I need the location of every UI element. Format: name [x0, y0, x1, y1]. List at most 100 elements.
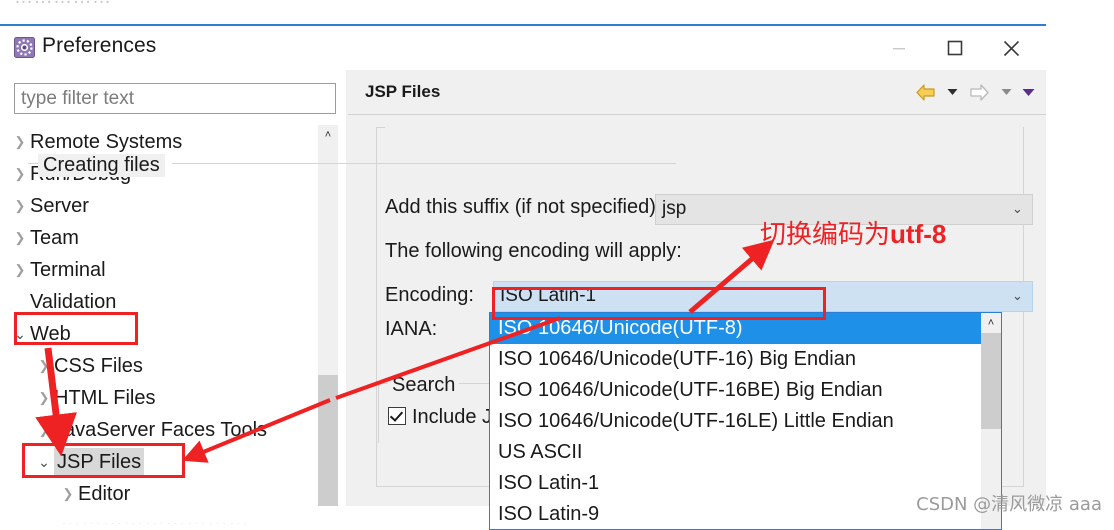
- annotation-note: 切换编码为utf-8: [760, 214, 946, 251]
- maximize-button[interactable]: [932, 26, 978, 70]
- chevron-right-icon[interactable]: ❯: [58, 478, 78, 506]
- tree-item-content: ❯ Editor: [0, 482, 131, 505]
- window-title: Preferences: [42, 34, 157, 57]
- preferences-tree[interactable]: ❯Remote Systems❯Run/Debug❯Server❯Team❯Te…: [0, 125, 318, 506]
- maximize-icon: [947, 40, 963, 56]
- bottom-ghost-text: ………………………: [60, 508, 249, 524]
- tree-item-server[interactable]: ❯ Server: [0, 189, 318, 221]
- tree-item-content: ❯ JavaServer Faces Tools: [0, 418, 268, 441]
- tree-item-label: Editor: [78, 482, 131, 505]
- tree-item-web[interactable]: ⌄ Web: [0, 317, 318, 349]
- chevron-down-icon[interactable]: ⌄: [10, 318, 30, 350]
- tree-item-html-files[interactable]: ❯ HTML Files: [0, 381, 318, 413]
- tree-item-javaserver-faces-tools[interactable]: ❯ JavaServer Faces Tools: [0, 413, 318, 445]
- encoding-option[interactable]: ISO 10646/Unicode(UTF-8): [490, 313, 1001, 344]
- back-dropdown-button[interactable]: [942, 78, 962, 106]
- preferences-window: Preferences ❯Remote Systems❯Run/Debug❯Se…: [0, 24, 1046, 530]
- chevron-right-icon[interactable]: ❯: [34, 350, 54, 382]
- caret-down-icon: [1001, 89, 1011, 95]
- include-checkbox[interactable]: [388, 407, 406, 425]
- tree-item-editor[interactable]: ❯ Editor: [0, 477, 318, 506]
- dropdown-scroll-up-icon[interactable]: ˄: [981, 313, 1001, 333]
- encoding-note: The following encoding will apply:: [385, 240, 682, 262]
- annotation-note-latin: utf-8: [890, 219, 947, 249]
- chevron-right-icon[interactable]: ❯: [10, 254, 30, 286]
- tree-item-label: Server: [30, 194, 89, 217]
- annotation-note-cn: 切换编码为: [760, 220, 891, 250]
- page-title: JSP Files: [365, 82, 441, 101]
- tree-item-content: ❯ Server: [0, 194, 89, 217]
- back-arrow-icon: [915, 83, 935, 101]
- tree-item-jsp-files[interactable]: ⌄ JSP Files: [0, 445, 318, 477]
- encoding-option[interactable]: US ASCII: [490, 437, 1001, 468]
- tree-item-content: Validation: [0, 290, 116, 313]
- chevron-down-icon: ⌄: [1012, 201, 1023, 216]
- title-bar: Preferences: [0, 26, 1046, 70]
- encoding-option[interactable]: ISO 10646/Unicode(UTF-16) Big Endian: [490, 344, 1001, 375]
- tree-scroll-thumb[interactable]: [318, 375, 338, 506]
- chevron-right-icon[interactable]: ❯: [10, 190, 30, 222]
- tree-item-label: Web: [30, 322, 71, 345]
- chevron-down-icon: ⌄: [1012, 288, 1023, 303]
- tree-item-content: ❯ Team: [0, 226, 79, 249]
- close-button[interactable]: [988, 26, 1034, 70]
- tree-item-content: ❯ CSS Files: [0, 354, 143, 377]
- tree-item-validation[interactable]: Validation: [0, 285, 318, 317]
- suffix-label: Add this suffix (if not specified):: [385, 196, 662, 218]
- encoding-option[interactable]: ISO 10646/Unicode(UTF-16LE) Little Endia…: [490, 406, 1001, 437]
- page-header: JSP Files: [348, 70, 1046, 115]
- caret-down-purple-icon: [1022, 88, 1034, 96]
- tree-item-css-files[interactable]: ❯ CSS Files: [0, 349, 318, 381]
- page-menu-button[interactable]: [1018, 78, 1038, 106]
- search-group-border-left: [378, 383, 388, 384]
- tree-item-label: HTML Files: [54, 386, 156, 409]
- encoding-combo[interactable]: ISO Latin-1 ⌄: [493, 281, 1033, 312]
- tree-item-team[interactable]: ❯ Team: [0, 221, 318, 253]
- include-label: Include J: [412, 406, 493, 428]
- dropdown-scroll-thumb[interactable]: [981, 333, 1001, 429]
- tree-item-label: Terminal: [30, 258, 106, 281]
- caret-down-icon: [947, 89, 957, 95]
- encoding-option[interactable]: ISO 10646/Unicode(UTF-16BE) Big Endian: [490, 375, 1001, 406]
- tree-item-content: ⌄ Web: [0, 322, 71, 345]
- navigation-toolbar: [910, 77, 1038, 107]
- watermark: CSDN @清风微凉 aaa: [916, 494, 1102, 515]
- search-group-legend: Search: [388, 374, 460, 397]
- tree-scroll-up-icon[interactable]: ˄: [318, 125, 338, 145]
- tree-item-terminal[interactable]: ❯ Terminal: [0, 253, 318, 285]
- forward-dropdown-button[interactable]: [996, 78, 1016, 106]
- search-group-border-vertical: [378, 383, 379, 443]
- tree-item-content: ❯ Remote Systems: [0, 130, 183, 153]
- top-ghost-text: ……………: [14, 0, 112, 9]
- iana-label: IANA:: [385, 318, 438, 340]
- tree-item-label: JSP Files: [54, 447, 145, 476]
- group-border-right-segment: [172, 163, 676, 164]
- chevron-right-icon[interactable]: ❯: [10, 126, 30, 158]
- tree-item-content: ❯ HTML Files: [0, 386, 156, 409]
- minimize-button[interactable]: [876, 26, 922, 70]
- tree-item-remote-systems[interactable]: ❯ Remote Systems: [0, 125, 318, 157]
- tree-item-content: ❯ Terminal: [0, 258, 106, 281]
- forward-button[interactable]: [964, 78, 994, 106]
- preferences-tree-panel: ❯Remote Systems❯Run/Debug❯Server❯Team❯Te…: [0, 70, 348, 506]
- back-button[interactable]: [910, 78, 940, 106]
- chevron-right-icon[interactable]: ❯: [34, 414, 54, 446]
- encoding-label: Encoding:: [385, 284, 474, 306]
- tree-item-label: Team: [30, 226, 79, 249]
- tree-item-label: Remote Systems: [30, 130, 183, 153]
- filter-input[interactable]: [14, 83, 336, 114]
- include-jsp-checkbox-row[interactable]: Include J: [388, 406, 492, 429]
- forward-arrow-icon: [969, 83, 989, 101]
- chevron-right-icon[interactable]: ❯: [10, 158, 30, 190]
- chevron-right-icon[interactable]: ❯: [34, 382, 54, 414]
- encoding-value: ISO Latin-1: [500, 285, 597, 306]
- tree-scrollbar[interactable]: ˄: [318, 125, 338, 506]
- creating-files-legend: Creating files: [38, 154, 165, 177]
- minimize-icon: [893, 48, 905, 50]
- tree-item-content: ⌄ JSP Files: [0, 447, 145, 476]
- tree-item-label: CSS Files: [54, 354, 143, 377]
- chevron-down-icon[interactable]: ⌄: [34, 446, 54, 478]
- chevron-right-icon[interactable]: ❯: [10, 222, 30, 254]
- suffix-value: jsp: [662, 198, 687, 219]
- top-cutoff-strip: ……………: [0, 0, 1114, 24]
